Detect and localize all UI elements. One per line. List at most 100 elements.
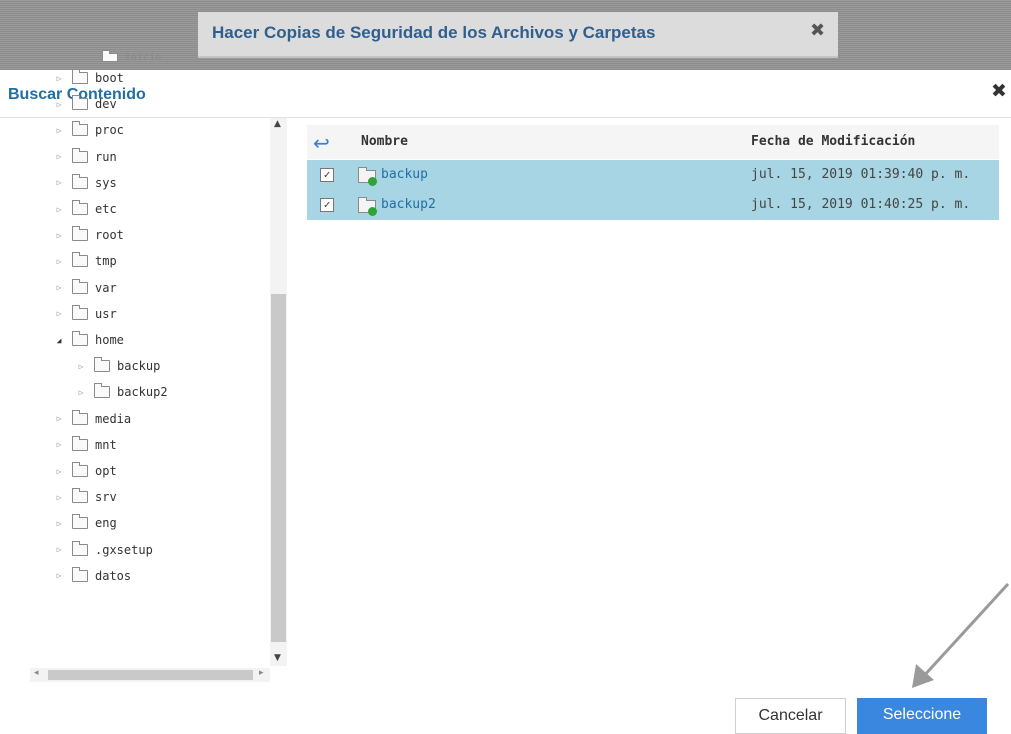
file-date: jul. 15, 2019 01:39:40 p. m. — [751, 167, 971, 182]
tree-item-var[interactable]: ▷ var — [52, 276, 287, 300]
tree-item-label: backup — [117, 359, 161, 374]
folder-icon — [72, 226, 88, 242]
collapsed-arrow-icon[interactable]: ▷ — [52, 545, 66, 554]
collapsed-arrow-icon[interactable]: ▷ — [52, 231, 66, 240]
tree-item-etc[interactable]: ▷ etc — [52, 197, 287, 221]
collapsed-arrow-icon[interactable]: ▷ — [52, 571, 66, 580]
tree-item-dev[interactable]: ▷ dev — [52, 92, 287, 116]
folder-icon — [72, 121, 88, 137]
select-button[interactable]: Seleccione — [857, 698, 987, 734]
collapsed-arrow-icon[interactable]: ▷ — [52, 74, 66, 83]
tree-item-sys[interactable]: ▷ sys — [52, 171, 287, 195]
column-header-name[interactable]: Nombre — [361, 134, 408, 149]
tree-item-label: tmp — [95, 254, 117, 269]
collapsed-arrow-icon[interactable]: ▷ — [52, 467, 66, 476]
tree-item-run[interactable]: ▷ run — [52, 145, 287, 169]
tree-item-backup2[interactable]: ▷ backup2 — [74, 380, 287, 404]
collapsed-arrow-icon[interactable]: ▷ — [52, 309, 66, 318]
tree-item-media[interactable]: ▷ media — [52, 407, 287, 431]
folder-icon — [94, 357, 110, 373]
file-name[interactable]: backup2 — [381, 197, 436, 212]
tree-item-boot[interactable]: ▷ boot — [52, 66, 287, 90]
tree-item-mnt[interactable]: ▷ mnt — [52, 433, 287, 457]
folder-icon — [72, 252, 88, 268]
folder-icon — [72, 147, 88, 163]
collapsed-arrow-icon[interactable]: ▷ — [52, 257, 66, 266]
folder-icon — [72, 514, 88, 530]
file-name[interactable]: backup — [381, 167, 428, 182]
tree-item-tmp[interactable]: ▷ tmp — [52, 249, 287, 273]
folder-icon — [72, 488, 88, 504]
collapsed-arrow-icon[interactable]: ▷ — [52, 205, 66, 214]
tree-item-label: run — [95, 149, 117, 164]
column-header-date[interactable]: Fecha de Modificación — [751, 134, 915, 149]
scroll-up-arrow-icon[interactable]: ▲ — [274, 119, 281, 129]
folder-icon — [72, 409, 88, 425]
tree-item-eng[interactable]: ▷ eng — [52, 511, 287, 535]
folder-icon — [72, 462, 88, 477]
folder-icon — [72, 566, 88, 582]
tree-item-gxsetup[interactable]: ▷ .gxsetup — [52, 538, 287, 562]
tree-item-datos[interactable]: ▷ datos — [52, 564, 287, 588]
folder-icon — [72, 304, 88, 320]
scroll-left-arrow-icon[interactable]: ◂ — [34, 668, 39, 678]
tree-item-label: proc — [95, 123, 124, 138]
tree-item-label: Inicio — [125, 51, 162, 63]
tree-item-label: boot — [95, 71, 124, 85]
folder-icon — [72, 435, 88, 451]
folder-icon — [72, 95, 88, 111]
row-checkbox[interactable]: ✓ — [320, 198, 334, 212]
tree-item-label: var — [95, 280, 117, 295]
collapsed-arrow-icon[interactable]: ▷ — [52, 493, 66, 502]
collapsed-arrow-icon[interactable]: ▷ — [52, 126, 66, 135]
tree-item-label: datos — [95, 568, 132, 583]
tree-scroll-thumb[interactable] — [271, 294, 286, 642]
folder-icon — [72, 331, 88, 346]
file-row[interactable]: ✓ backup2 jul. 15, 2019 01:40:25 p. m. — [307, 190, 999, 220]
close-icon[interactable]: ✖ — [991, 80, 1007, 102]
cancel-button[interactable]: Cancelar — [735, 698, 846, 734]
folder-icon — [72, 173, 88, 189]
scroll-right-arrow-icon[interactable]: ▸ — [259, 668, 264, 678]
file-row[interactable]: ✓ backup jul. 15, 2019 01:39:40 p. m. — [307, 160, 999, 190]
tree-item-label: mnt — [95, 437, 117, 452]
folder-tree: Inicio ▷ boot ▷ dev ▷ proc ▷ run ▷ sys ▷ etc ▷ root ▷ t… — [30, 50, 287, 686]
back-arrow-icon[interactable]: ↩ — [313, 131, 330, 155]
collapsed-arrow-icon[interactable]: ▷ — [52, 283, 66, 292]
file-list-header: ↩ Nombre Fecha de Modificación — [307, 125, 999, 159]
background-dialog-titlebar: Hacer Copias de Seguridad de los Archivo… — [198, 12, 838, 58]
tree-hscroll-thumb[interactable] — [48, 670, 253, 680]
tree-item-usr[interactable]: ▷ usr — [52, 302, 287, 326]
close-icon[interactable]: ✖ — [810, 20, 825, 41]
collapsed-arrow-icon[interactable]: ▷ — [52, 414, 66, 423]
tree-item-label: opt — [95, 464, 117, 478]
tree-item-label: sys — [95, 175, 117, 190]
collapsed-arrow-icon[interactable]: ▷ — [52, 178, 66, 187]
tree-item-proc[interactable]: ▷ proc — [52, 118, 287, 142]
background-dialog-title: Hacer Copias de Seguridad de los Archivo… — [212, 23, 656, 42]
collapsed-arrow-icon[interactable]: ▷ — [52, 100, 66, 109]
collapsed-arrow-icon[interactable]: ▷ — [52, 152, 66, 161]
collapsed-arrow-icon[interactable]: ▷ — [74, 388, 88, 397]
folder-icon — [72, 200, 88, 215]
tree-item-backup[interactable]: ▷ backup — [74, 354, 287, 378]
tree-item-label: root — [95, 228, 124, 243]
collapsed-arrow-icon[interactable]: ▷ — [52, 440, 66, 449]
tree-item-label: etc — [95, 202, 117, 216]
row-checkbox[interactable]: ✓ — [320, 168, 334, 182]
tree-item-label: media — [95, 411, 132, 426]
tree-item-srv[interactable]: ▷ srv — [52, 485, 287, 509]
expanded-arrow-icon[interactable]: ◢ — [52, 336, 66, 345]
tree-item-home[interactable]: ◢ home — [52, 328, 287, 352]
scroll-down-arrow-icon[interactable]: ▼ — [274, 653, 281, 663]
collapsed-arrow-icon[interactable]: ▷ — [52, 519, 66, 528]
collapsed-arrow-icon[interactable]: ▷ — [74, 362, 88, 371]
tree-item-label: usr — [95, 306, 117, 321]
tree-item-label: .gxsetup — [95, 542, 153, 557]
tree-item-label: home — [95, 333, 124, 347]
tree-item-label: eng — [95, 516, 117, 531]
tree-item-label: srv — [95, 490, 117, 505]
tree-item-root[interactable]: ▷ root — [52, 223, 287, 247]
tree-item-opt[interactable]: ▷ opt — [52, 459, 287, 483]
folder-icon — [72, 69, 88, 84]
